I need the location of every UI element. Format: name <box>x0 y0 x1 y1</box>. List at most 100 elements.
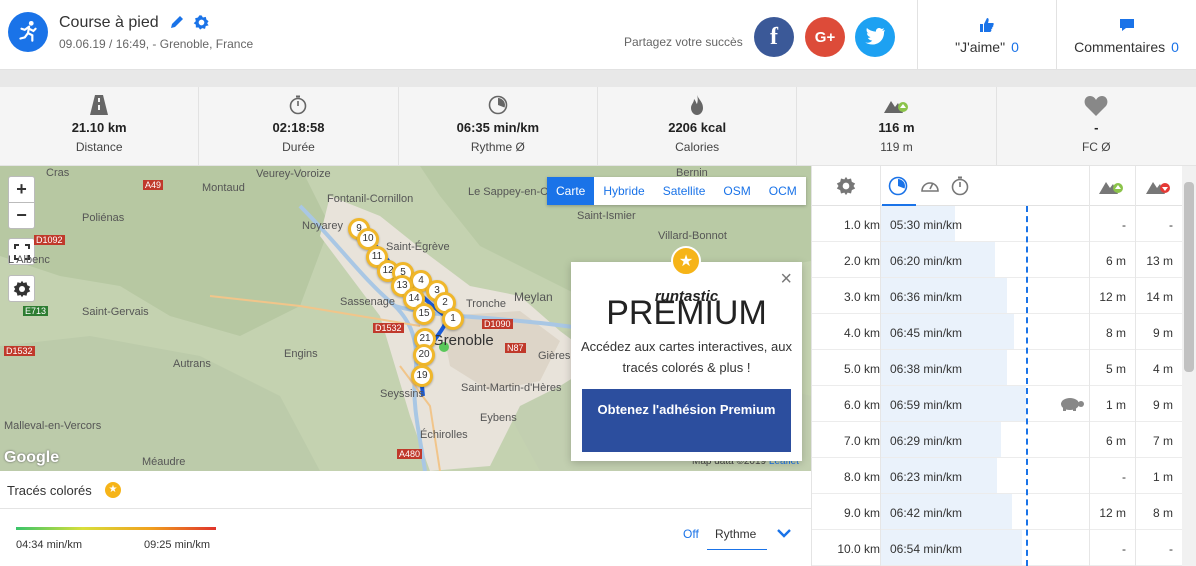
split-km: 4.0 km <box>843 326 880 340</box>
split-row[interactable]: 10.0 km 06:54 min/km - - <box>812 530 1182 566</box>
colored-traces-bar: Tracés colorés ★ <box>0 471 811 509</box>
splits-header <box>812 166 1182 206</box>
map-type-tabs: Carte Hybride Satellite OSM OCM <box>547 177 806 205</box>
thumbs-up-icon <box>980 18 994 32</box>
split-row[interactable]: 1.0 km 05:30 min/km - - <box>812 206 1182 242</box>
runner-icon <box>19 20 37 42</box>
header-spacer <box>0 70 1196 87</box>
get-premium-button[interactable]: Obtenez l'adhésion Premium <box>582 389 791 452</box>
split-km: 2.0 km <box>843 254 880 268</box>
split-row[interactable]: 8.0 km 06:23 min/km - 1 m <box>812 458 1182 494</box>
split-elev-down: 4 m <box>1152 362 1173 376</box>
scrollbar[interactable] <box>1182 166 1196 566</box>
speedometer-icon[interactable] <box>920 176 940 196</box>
split-elev-up: 12 m <box>1099 506 1126 520</box>
stats-bar: 21.10 km Distance 02:18:58 Durée 06:35 m… <box>0 87 1196 166</box>
split-km: 6.0 km <box>843 398 880 412</box>
star-icon: ★ <box>671 246 701 276</box>
pencil-icon[interactable] <box>169 14 185 30</box>
comments-button[interactable]: Commentaires 0 <box>1057 0 1196 70</box>
fullscreen-icon <box>13 243 30 260</box>
activity-header: Course à pied 09.06.19 / 16:49, - Grenob… <box>0 0 1196 70</box>
stat-calories: 2206 kcal Calories <box>598 87 798 165</box>
split-km: 7.0 km <box>843 434 880 448</box>
elevation-up-icon <box>1099 182 1123 194</box>
stat-elevation: 116 m 119 m <box>797 87 997 165</box>
stat-pace: 06:35 min/km Rythme Ø <box>399 87 598 165</box>
split-row[interactable]: 7.0 km 06:29 min/km 6 m 7 m <box>812 422 1182 458</box>
split-row[interactable]: 4.0 km 06:45 min/km 8 m 9 m <box>812 314 1182 350</box>
gear-icon[interactable] <box>193 14 210 31</box>
chevron-down-icon[interactable] <box>776 527 792 539</box>
tab-osm[interactable]: OSM <box>714 177 759 205</box>
stat-value: 21.10 km <box>71 120 127 135</box>
splits-table: 1.0 km 05:30 min/km - - 2.0 km 06:20 min/km 6 … <box>811 166 1182 566</box>
traces-off-toggle[interactable]: Off <box>683 527 699 541</box>
split-pace: 06:54 min/km <box>890 542 963 556</box>
column-divider <box>1135 166 1136 566</box>
split-pace: 06:29 min/km <box>890 434 963 448</box>
activity-title: Course à pied <box>59 14 159 31</box>
map-settings-button[interactable] <box>8 275 35 302</box>
split-row[interactable]: 5.0 km 06:38 min/km 5 m 4 m <box>812 350 1182 386</box>
split-elev-down: - <box>1169 542 1173 556</box>
zoom-in-button[interactable]: + <box>8 176 35 203</box>
stat-label: Durée <box>282 140 315 154</box>
split-elev-down: 7 m <box>1152 434 1173 448</box>
facebook-icon: f <box>770 23 778 50</box>
running-avatar <box>8 12 48 52</box>
traces-mode-select[interactable]: Rythme <box>707 518 767 550</box>
google-share-button[interactable]: G+ <box>805 17 845 57</box>
facebook-share-button[interactable]: f <box>754 17 794 57</box>
stat-value: 06:35 min/km <box>456 120 539 135</box>
split-km: 10.0 km <box>837 542 880 556</box>
split-row[interactable]: 3.0 km 06:36 min/km 12 m 14 m <box>812 278 1182 314</box>
split-pace: 06:45 min/km <box>890 326 963 340</box>
elevation-up-icon <box>884 101 909 113</box>
tab-hybride[interactable]: Hybride <box>594 177 653 205</box>
pace-icon <box>888 176 908 196</box>
twitter-share-button[interactable] <box>855 17 895 57</box>
split-elev-up: - <box>1122 542 1126 556</box>
premium-text: Accédez aux cartes interactives, aux tra… <box>581 339 792 375</box>
fullscreen-button[interactable] <box>8 238 35 265</box>
split-km: 1.0 km <box>843 218 880 232</box>
split-row[interactable]: 6.0 km 06:59 min/km 1 m 9 m <box>812 386 1182 422</box>
tab-ocm[interactable]: OCM <box>760 177 806 205</box>
zoom-out-button[interactable]: − <box>8 202 35 229</box>
like-label: "J'aime" <box>955 39 1006 55</box>
stat-value: 116 m <box>878 120 915 135</box>
stopwatch-icon <box>290 95 307 115</box>
split-elev-up: - <box>1122 470 1126 484</box>
pace-gradient-legend <box>16 527 216 530</box>
split-elev-up: 12 m <box>1099 290 1126 304</box>
stat-value: 2206 kcal <box>668 120 727 135</box>
pace-min-label: 04:34 min/km <box>16 539 83 551</box>
twitter-icon <box>865 28 885 45</box>
split-row[interactable]: 9.0 km 06:42 min/km 12 m 8 m <box>812 494 1182 530</box>
split-elev-down: 8 m <box>1152 506 1173 520</box>
column-divider <box>880 166 881 566</box>
activity-meta: 09.06.19 / 16:49, - Grenoble, France <box>59 37 254 51</box>
split-pace: 06:23 min/km <box>890 470 963 484</box>
gear-icon[interactable] <box>836 176 856 196</box>
split-elev-down: 14 m <box>1146 290 1173 304</box>
heart-icon <box>1084 96 1108 116</box>
split-pace: 06:42 min/km <box>890 506 963 520</box>
premium-star-icon: ★ <box>105 482 121 498</box>
split-elev-down: - <box>1169 218 1173 232</box>
elevation-down-icon <box>1146 182 1170 194</box>
split-pace: 06:38 min/km <box>890 362 963 376</box>
scrollbar-thumb[interactable] <box>1184 182 1194 372</box>
stat-value: 02:18:58 <box>272 120 325 135</box>
tab-carte[interactable]: Carte <box>547 177 595 205</box>
tab-satellite[interactable]: Satellite <box>654 177 715 205</box>
tab-pace[interactable] <box>882 166 916 206</box>
gear-icon <box>13 280 30 297</box>
flame-icon <box>691 95 704 115</box>
stopwatch-icon[interactable] <box>950 176 970 196</box>
like-button[interactable]: "J'aime" 0 <box>918 0 1056 70</box>
split-row[interactable]: 2.0 km 06:20 min/km 6 m 13 m <box>812 242 1182 278</box>
split-elev-down: 9 m <box>1152 326 1173 340</box>
split-elev-up: 6 m <box>1105 254 1126 268</box>
